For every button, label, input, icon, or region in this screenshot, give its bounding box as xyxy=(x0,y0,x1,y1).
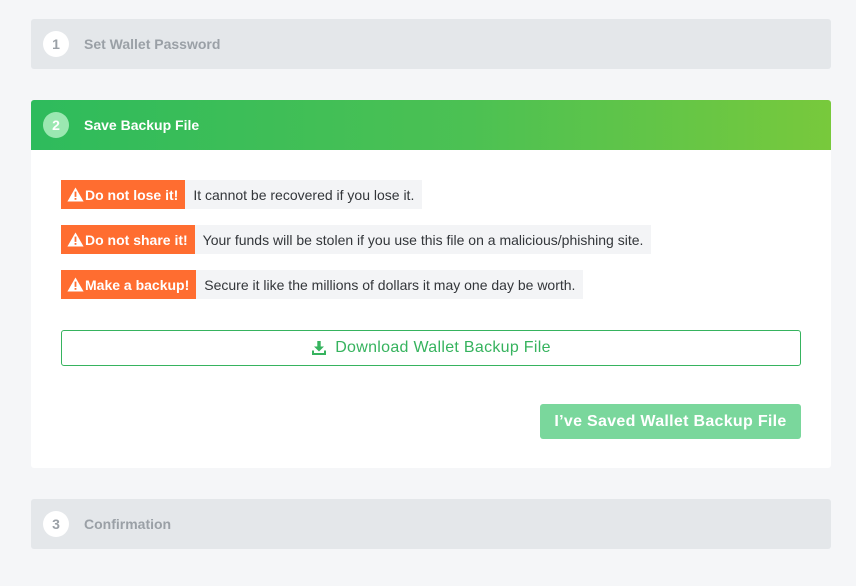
saved-backup-button[interactable]: I’ve Saved Wallet Backup File xyxy=(540,404,801,439)
step-title: Save Backup File xyxy=(84,117,200,133)
warning-row: Make a backup! Secure it like the millio… xyxy=(61,270,584,299)
warning-badge-label: Do not lose it! xyxy=(85,186,179,203)
warning-icon xyxy=(67,277,84,292)
warning-icon xyxy=(67,232,84,247)
warning-badge-label: Do not share it! xyxy=(85,231,188,248)
step-header: 2 Save Backup File xyxy=(31,100,831,150)
warning-badge: Make a backup! xyxy=(61,270,197,299)
warning-badge: Do not share it! xyxy=(61,225,195,254)
step-header[interactable]: 1 Set Wallet Password xyxy=(31,19,831,69)
step-number: 3 xyxy=(43,511,69,537)
step-save-backup-file: 2 Save Backup File Do not lose it! It ca… xyxy=(31,100,831,468)
download-button-label: Download Wallet Backup File xyxy=(335,339,551,356)
step-title: Set Wallet Password xyxy=(84,36,221,52)
download-wallet-backup-button[interactable]: Download Wallet Backup File xyxy=(61,330,801,366)
warning-text: Secure it like the millions of dollars i… xyxy=(196,270,584,299)
step-confirmation[interactable]: 3 Confirmation xyxy=(31,499,831,549)
warning-row: Do not share it! Your funds will be stol… xyxy=(61,225,652,254)
warning-badge: Do not lose it! xyxy=(61,180,186,209)
step-title: Confirmation xyxy=(84,516,172,532)
step-header[interactable]: 3 Confirmation xyxy=(31,499,831,549)
step-number: 2 xyxy=(43,112,69,138)
warning-text: Your funds will be stolen if you use thi… xyxy=(194,225,652,254)
warning-icon xyxy=(67,187,84,202)
step-set-wallet-password[interactable]: 1 Set Wallet Password xyxy=(31,19,831,69)
step-number: 1 xyxy=(43,31,69,57)
warning-text: It cannot be recovered if you lose it. xyxy=(185,180,423,209)
warning-badge-label: Make a backup! xyxy=(85,276,190,293)
download-icon xyxy=(312,341,327,355)
warning-row: Do not lose it! It cannot be recovered i… xyxy=(61,180,423,209)
